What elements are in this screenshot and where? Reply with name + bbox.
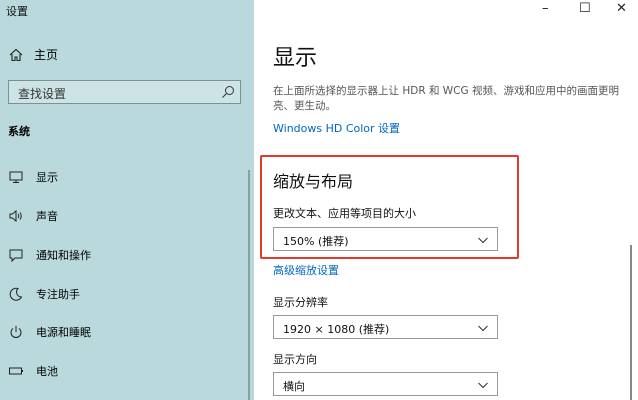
text-size-label: 更改文本、应用等项目的大小 xyxy=(273,207,416,220)
sidebar-item-label: 电源和睡眠 xyxy=(36,326,91,339)
sidebar-item-battery[interactable]: 电池 xyxy=(8,361,58,381)
section-heading-system: 系统 xyxy=(8,125,30,138)
search-icon xyxy=(222,86,234,98)
sidebar-scrollbar[interactable] xyxy=(248,170,250,400)
resolution-dropdown[interactable]: 1920 × 1080 (推荐) xyxy=(273,315,498,339)
orientation-dropdown[interactable]: 横向 xyxy=(273,372,498,396)
hdr-description: 在上面所选择的显示器上让 HDR 和 WCG 视频、游戏和应用中的画面更明亮、更… xyxy=(273,85,619,112)
orientation-label: 显示方向 xyxy=(273,353,317,366)
main-panel: – ☐ ✕ 显示 在上面所选择的显示器上让 HDR 和 WCG 视频、游戏和应用… xyxy=(254,0,638,400)
chevron-down-icon xyxy=(478,237,488,244)
main-scrollbar[interactable] xyxy=(630,245,632,400)
monitor-icon xyxy=(9,171,23,183)
home-icon xyxy=(9,48,23,61)
sidebar-item-power-sleep[interactable]: 电源和睡眠 xyxy=(8,322,91,342)
sidebar-item-focus-assist[interactable]: 专注助手 xyxy=(8,284,80,304)
maximize-button[interactable]: ☐ xyxy=(579,1,591,16)
advanced-scaling-link[interactable]: 高级缩放设置 xyxy=(273,262,339,278)
sidebar-item-label: 电池 xyxy=(36,365,58,378)
text-size-dropdown[interactable]: 150% (推荐) xyxy=(273,227,498,251)
orientation-value: 横向 xyxy=(283,380,305,393)
search-input[interactable]: 查找设置 xyxy=(8,80,241,104)
chevron-down-icon xyxy=(478,325,488,332)
app-title: 设置 xyxy=(6,5,28,18)
search-placeholder: 查找设置 xyxy=(18,87,67,101)
battery-icon xyxy=(9,367,23,375)
home-label: 主页 xyxy=(34,48,59,62)
text-size-value: 150% (推荐) xyxy=(283,235,349,248)
sidebar-item-notifications[interactable]: 通知和操作 xyxy=(8,245,91,265)
sidebar-item-label: 通知和操作 xyxy=(36,249,91,262)
sidebar-item-label: 显示 xyxy=(36,171,58,184)
page-title: 显示 xyxy=(273,46,318,71)
notification-icon xyxy=(9,249,23,263)
sidebar-item-label: 声音 xyxy=(36,210,58,223)
sidebar-item-home[interactable]: 主页 xyxy=(8,46,58,63)
sidebar-item-display[interactable]: 显示 xyxy=(8,167,58,187)
sidebar: 设置 主页 查找设置 系统 显示 声音 通知和操作 专注助手 电源和睡眠 电池 xyxy=(0,0,254,400)
scale-layout-heading: 缩放与布局 xyxy=(273,172,354,191)
resolution-label: 显示分辨率 xyxy=(273,296,328,309)
close-button[interactable]: ✕ xyxy=(616,1,627,16)
speaker-icon xyxy=(9,209,22,223)
sidebar-item-label: 专注助手 xyxy=(36,288,80,301)
power-icon xyxy=(10,326,22,338)
sidebar-item-sound[interactable]: 声音 xyxy=(8,206,58,226)
minimize-button[interactable]: – xyxy=(542,1,549,16)
hdr-color-settings-link[interactable]: Windows HD Color 设置 xyxy=(273,120,400,136)
chevron-down-icon xyxy=(478,382,488,389)
resolution-value: 1920 × 1080 (推荐) xyxy=(283,323,390,336)
moon-icon xyxy=(9,287,23,301)
